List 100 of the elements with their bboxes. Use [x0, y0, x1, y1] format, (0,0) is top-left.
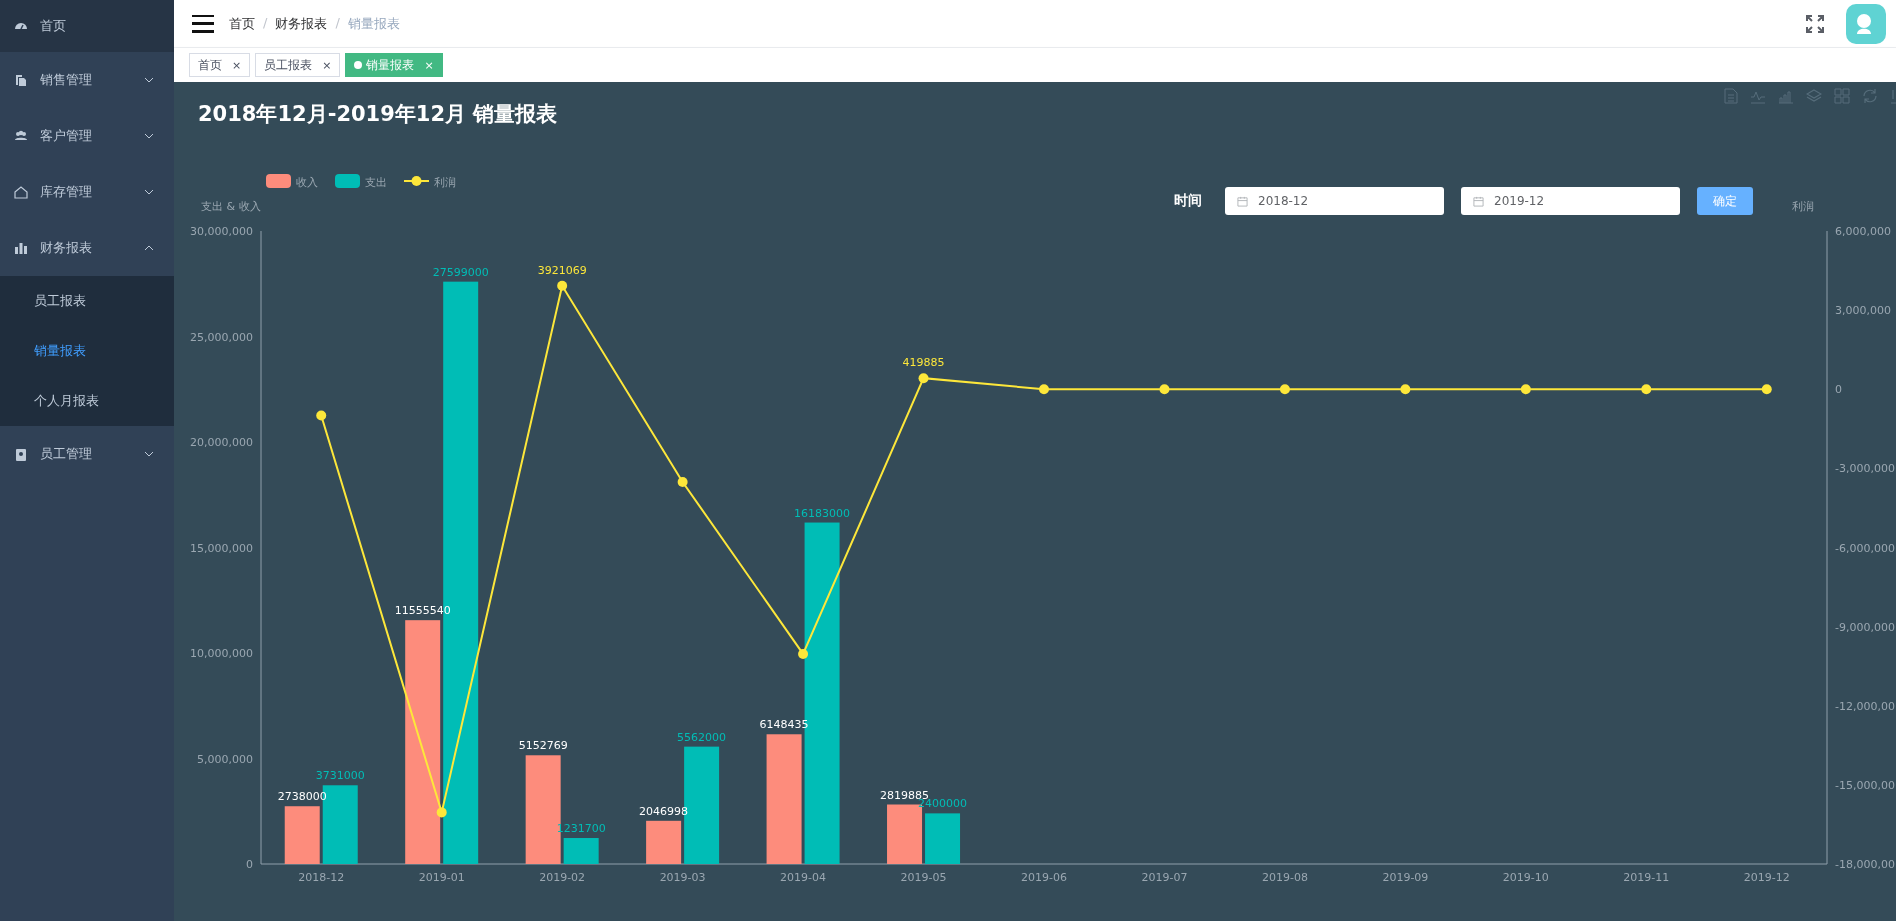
chevron-icon [144, 451, 154, 457]
people-icon [14, 129, 28, 143]
value-label: 3731000 [315, 769, 365, 783]
tick-label: 0 [246, 858, 253, 871]
value-label: 3921069 [537, 263, 587, 277]
tick-label: 3,000,000 [1835, 304, 1891, 318]
value-label: 27599000 [432, 265, 489, 279]
page-tab[interactable]: 员工报表 × [255, 53, 341, 77]
start-month-field[interactable]: 2018-12 [1225, 187, 1444, 215]
bar [563, 838, 599, 864]
value-label: 5562000 [677, 730, 727, 744]
category-label: 2019-10 [1502, 871, 1549, 884]
axis-title: 利润 [1792, 200, 1814, 213]
legend-item[interactable]: 支出 [335, 174, 387, 189]
tick-label: -15,000,00 [1835, 778, 1895, 792]
tick-label: -12,000,00 [1835, 699, 1895, 713]
tick-label: -3,000,000 [1835, 462, 1895, 476]
data-point [316, 410, 327, 421]
menu-item[interactable]: 员工管理 [0, 426, 174, 482]
chevron-icon [144, 189, 154, 195]
bar-chart-icon [14, 241, 28, 255]
data-point [436, 807, 447, 818]
close-icon[interactable]: × [232, 58, 242, 72]
legend-item[interactable]: 收入 [266, 174, 318, 189]
axis-title: 支出 & 收入 [201, 200, 261, 213]
data-point [1520, 384, 1531, 395]
submenu-item[interactable]: 员工报表 [0, 276, 174, 326]
breadcrumb-item: 销量报表 [347, 14, 400, 33]
category-label: 2019-08 [1261, 871, 1308, 884]
clipboard-icon [14, 447, 28, 461]
calendar-icon [1473, 195, 1484, 207]
chevron-icon [144, 133, 154, 139]
category-label: 2019-07 [1141, 871, 1188, 884]
category-label: 2019-02 [539, 871, 586, 884]
end-month-field[interactable]: 2019-12 [1461, 187, 1680, 215]
legend-label: 支出 [365, 176, 387, 189]
legend-label: 收入 [296, 176, 318, 189]
tick-label: 20,000,000 [190, 436, 253, 449]
tick-label: 10,000,000 [190, 647, 253, 660]
category-label: 2019-09 [1382, 871, 1429, 884]
category-label: 2019-01 [418, 871, 465, 884]
menu-item[interactable]: 财务报表 [0, 220, 174, 276]
calendar-icon [1237, 195, 1248, 207]
data-point [918, 373, 929, 384]
submenu-item[interactable]: 销量报表 [0, 326, 174, 376]
page-tab[interactable]: 首页 × [189, 53, 251, 77]
breadcrumb-separator: / [335, 14, 340, 32]
category-label: 2019-04 [780, 871, 827, 884]
close-icon[interactable]: × [322, 58, 332, 72]
menu-item[interactable]: 销售管理 [0, 52, 174, 108]
data-point [1039, 384, 1049, 395]
tick-label: 15,000,000 [190, 541, 253, 555]
tick-label: 6,000,000 [1835, 225, 1891, 238]
tick-label: -9,000,000 [1835, 620, 1895, 634]
breadcrumb-separator: / [263, 14, 268, 32]
bar [284, 806, 320, 864]
tick-label: -6,000,000 [1835, 541, 1895, 555]
fullscreen-icon[interactable] [1806, 14, 1824, 33]
avatar[interactable] [1846, 3, 1886, 44]
bar-chart-icon[interactable] [1778, 88, 1794, 104]
refresh-icon[interactable] [1862, 88, 1878, 104]
category-label: 2018-12 [298, 871, 345, 884]
data-point [1279, 384, 1290, 395]
legend-item[interactable]: 利润 [403, 176, 456, 189]
category-label: 2019-11 [1623, 871, 1670, 884]
data-point [1761, 384, 1772, 395]
menu-item[interactable]: 客户管理 [0, 108, 174, 164]
document-icon[interactable] [1724, 88, 1738, 104]
value-label: 2400000 [918, 797, 968, 811]
data-point [1400, 384, 1411, 395]
layers-icon[interactable] [1806, 88, 1822, 104]
data-point [1641, 384, 1652, 395]
data-point [1159, 384, 1170, 395]
category-label: 2019-12 [1743, 871, 1790, 884]
data-point [557, 280, 568, 291]
menu-icon[interactable] [192, 14, 214, 33]
data-point [798, 648, 809, 659]
tick-label: 25,000,000 [190, 330, 253, 344]
menu-item[interactable]: 首页 [0, 0, 174, 52]
tick-label: -18,000,00 [1835, 858, 1895, 871]
house-icon [14, 185, 28, 199]
chevron-icon [144, 77, 154, 83]
data-point [677, 476, 688, 487]
grid-icon[interactable] [1834, 88, 1850, 104]
status-dot [354, 61, 363, 69]
report-title: 2018年12月-2019年12月 销量报表 [198, 101, 558, 128]
value-label: 5152769 [518, 739, 568, 753]
time-label: 时间 [1174, 192, 1202, 210]
menu-item[interactable]: 库存管理 [0, 164, 174, 220]
tick-label: 0 [1835, 383, 1842, 397]
chevron-icon [144, 245, 154, 251]
tick-label: 30,000,000 [190, 225, 253, 238]
breadcrumb-item[interactable]: 首页 [229, 14, 255, 33]
tick-label: 5,000,000 [197, 752, 253, 766]
category-label: 2019-06 [1021, 871, 1067, 884]
value-label: 16183000 [794, 506, 851, 520]
documents-icon [14, 73, 28, 87]
category-label: 2019-03 [659, 871, 706, 884]
breadcrumb-item[interactable]: 财务报表 [275, 14, 328, 33]
submenu-item[interactable]: 个人月报表 [0, 376, 174, 426]
